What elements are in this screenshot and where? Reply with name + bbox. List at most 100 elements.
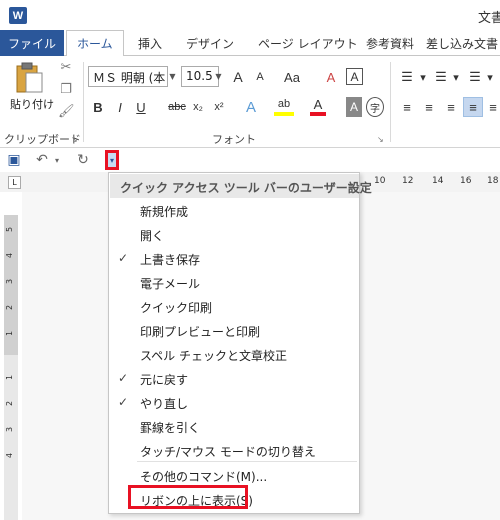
ruler-number: 12 xyxy=(402,176,414,186)
menu-item-spelling[interactable]: スペル チェックと文章校正 xyxy=(109,343,359,367)
menu-item-label: 新規作成 xyxy=(140,205,189,219)
enclose-character-icon[interactable]: 字 xyxy=(366,97,384,117)
check-icon: ✓ xyxy=(118,395,129,409)
menu-item-label: クイック印刷 xyxy=(140,301,213,315)
tab-page-layout[interactable]: ページ レイアウト xyxy=(258,30,358,56)
shrink-font-icon[interactable]: A xyxy=(251,67,269,87)
document-title: 文書 xyxy=(477,11,500,26)
tab-selector-button[interactable]: L xyxy=(8,176,21,189)
tab-design[interactable]: デザイン xyxy=(186,30,234,56)
customize-qat-button[interactable]: ▾ xyxy=(105,150,119,170)
menu-item-draw-table[interactable]: 罫線を引く xyxy=(109,415,359,439)
font-group-label: フォント xyxy=(212,133,256,146)
align-center-icon[interactable]: ≡ xyxy=(420,97,438,117)
chevron-down-icon[interactable]: ▼ xyxy=(213,66,224,87)
bullets-icon[interactable]: ☰ xyxy=(398,67,416,87)
tab-insert[interactable]: 挿入 xyxy=(138,30,162,56)
customize-qat-menu: クイック アクセス ツール バーのユーザー設定 新規作成 開く ✓ 上書き保存 … xyxy=(108,172,372,514)
bold-icon[interactable]: B xyxy=(91,97,105,117)
clipboard-group-label: クリップボード xyxy=(4,133,81,146)
align-right-icon[interactable]: ≡ xyxy=(442,97,460,117)
menu-item-save[interactable]: ✓ 上書き保存 xyxy=(109,247,359,271)
align-left-icon[interactable]: ≡ xyxy=(398,97,416,117)
font-name-box[interactable]: ＭＳ 明朝 (本 xyxy=(88,66,168,87)
menu-item-label: タッチ/マウス モードの切り替え xyxy=(140,445,316,459)
ruler-number: 1 xyxy=(5,374,15,381)
justify-icon[interactable]: ≡ xyxy=(463,97,483,117)
menu-item-label: やり直し xyxy=(140,397,189,411)
menu-item-label: スペル チェックと文章校正 xyxy=(140,349,287,363)
menu-separator xyxy=(137,461,357,462)
ruler-number: 1 xyxy=(5,330,15,337)
ruler-number: 3 xyxy=(5,278,15,285)
tab-home[interactable]: ホーム xyxy=(66,30,124,57)
distributed-icon[interactable]: ≡ xyxy=(486,97,500,117)
font-launcher-icon[interactable]: ↘ xyxy=(377,135,384,144)
ruler-number: 14 xyxy=(432,176,444,186)
menu-item-label: 電子メール xyxy=(140,277,201,291)
undo-dropdown-icon[interactable]: ▾ xyxy=(52,151,62,169)
paste-icon[interactable] xyxy=(13,62,45,94)
save-icon[interactable]: ▣ xyxy=(5,151,23,169)
menu-item-redo[interactable]: ✓ やり直し xyxy=(109,391,359,415)
group-divider xyxy=(390,62,391,142)
copy-icon[interactable]: ❐ xyxy=(58,82,74,98)
redo-icon[interactable]: ↻ xyxy=(74,151,92,169)
callout-highlight xyxy=(128,485,248,509)
text-effects-icon[interactable]: A xyxy=(242,97,260,117)
italic-icon[interactable]: I xyxy=(113,97,127,117)
character-border-icon[interactable]: A xyxy=(346,68,363,85)
ruler-number: 2 xyxy=(5,304,15,311)
menu-item-label: 上書き保存 xyxy=(140,253,201,267)
chevron-down-icon[interactable]: ▾ xyxy=(418,67,428,87)
ribbon-home: 貼り付け ✂ ❐ 🖌 クリップボード ↘ ＭＳ 明朝 (本 ▼ 10.5 ▼ A… xyxy=(0,56,500,148)
font-color-icon[interactable]: A xyxy=(310,96,326,116)
menu-item-quick-print[interactable]: クイック印刷 xyxy=(109,295,359,319)
menu-item-email[interactable]: 電子メール xyxy=(109,271,359,295)
quick-access-toolbar: ▣ ↶ ▾ ↻ xyxy=(0,148,500,172)
grow-font-icon[interactable]: A xyxy=(229,67,247,87)
menu-item-label: その他のコマンド(M)... xyxy=(140,470,268,484)
tab-references[interactable]: 参考資料 xyxy=(366,30,414,56)
menu-item-new[interactable]: 新規作成 xyxy=(109,199,359,223)
menu-item-print-preview[interactable]: 印刷プレビューと印刷 xyxy=(109,319,359,343)
strikethrough-icon[interactable]: abc xyxy=(166,97,188,117)
menu-item-label: 開く xyxy=(140,229,165,243)
cut-icon[interactable]: ✂ xyxy=(58,60,74,76)
change-case-icon[interactable]: Aa xyxy=(281,67,303,87)
menu-item-undo[interactable]: ✓ 元に戻す xyxy=(109,367,359,391)
shading-icon[interactable]: A xyxy=(346,97,362,117)
menu-item-open[interactable]: 開く xyxy=(109,223,359,247)
superscript-icon[interactable]: x² xyxy=(212,97,226,117)
chevron-down-icon[interactable]: ▼ xyxy=(167,66,178,87)
menu-item-label: 罫線を引く xyxy=(140,421,201,435)
menu-item-touch-mode[interactable]: タッチ/マウス モードの切り替え xyxy=(109,439,359,463)
ruler-number: 2 xyxy=(5,400,15,407)
tab-file[interactable]: ファイル xyxy=(0,30,64,56)
ruler-number: 4 xyxy=(5,452,15,459)
format-painter-icon[interactable]: 🖌 xyxy=(58,104,75,120)
ruler-number: 3 xyxy=(5,426,15,433)
chevron-down-icon[interactable]: ▾ xyxy=(485,67,495,87)
chevron-down-icon[interactable]: ▾ xyxy=(451,67,461,87)
menu-item-label: 印刷プレビューと印刷 xyxy=(140,325,261,339)
check-icon: ✓ xyxy=(118,251,129,265)
ruler-number: 4 xyxy=(5,252,15,259)
tab-mailings[interactable]: 差し込み文書 xyxy=(426,30,498,56)
ruler-number: 16 xyxy=(460,176,472,186)
ruler-number: 18 xyxy=(487,176,499,186)
multilevel-list-icon[interactable]: ☰ xyxy=(466,67,484,87)
undo-icon[interactable]: ↶ xyxy=(34,151,50,169)
highlight-icon[interactable]: ab xyxy=(274,96,294,116)
word-logo-icon: W xyxy=(9,7,27,24)
clear-formatting-icon[interactable]: A xyxy=(320,67,342,87)
ruler-number: 5 xyxy=(5,226,15,233)
subscript-icon[interactable]: x₂ xyxy=(191,97,205,117)
numbering-icon[interactable]: ☰ xyxy=(432,67,450,87)
group-divider xyxy=(83,62,84,142)
underline-icon[interactable]: U xyxy=(134,97,148,117)
paste-button[interactable]: 貼り付け xyxy=(10,96,54,112)
ribbon-tabs: ファイル ホーム 挿入 デザイン ページ レイアウト 参考資料 差し込み文書 xyxy=(0,30,500,57)
clipboard-launcher-icon[interactable]: ↘ xyxy=(71,135,78,144)
menu-header: クイック アクセス ツール バーのユーザー設定 xyxy=(110,174,372,198)
